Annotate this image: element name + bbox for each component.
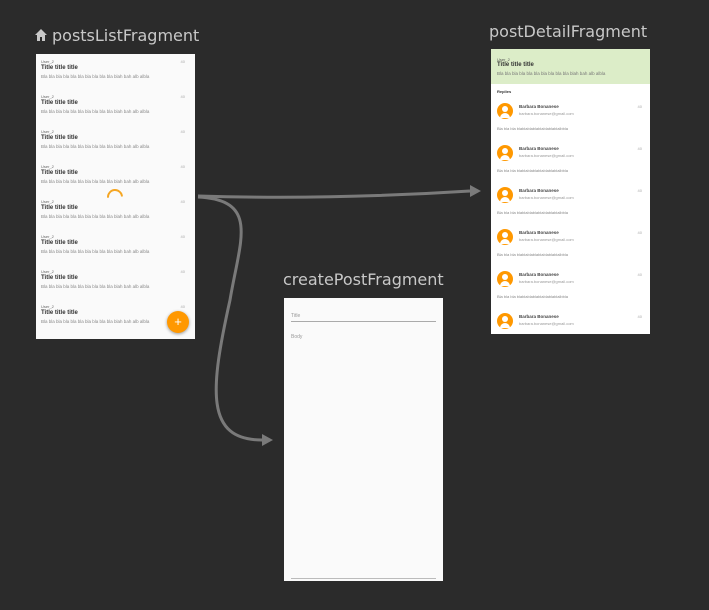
reply-body: Bla bla bla blablablablablablablablalbbl… bbox=[497, 168, 568, 173]
body-underline bbox=[291, 578, 436, 579]
posts-list-screen[interactable]: User_2 Title title title Bla bla bla bla… bbox=[36, 54, 195, 339]
post-title: Title title title bbox=[41, 100, 78, 106]
list-item[interactable]: User_2 Title title title Bla bla bla bla… bbox=[41, 94, 191, 128]
post-body: Bla bla bla bla bla bla bla bla bla bla … bbox=[41, 319, 150, 324]
post-title: Title title title bbox=[41, 65, 78, 71]
post-id: 40 bbox=[180, 234, 185, 239]
post-id: 40 bbox=[180, 94, 185, 99]
reply-id: 40 bbox=[637, 314, 642, 319]
post-title: Title title title bbox=[41, 205, 78, 211]
list-item[interactable]: User_2 Title title title Bla bla bla bla… bbox=[41, 269, 191, 303]
post-detail-screen[interactable]: User_2 Title title title Bla bla bla bla… bbox=[491, 49, 650, 334]
title-input[interactable]: Title bbox=[291, 313, 436, 322]
post-header: User_2 Title title title Bla bla bla bla… bbox=[491, 49, 650, 84]
post-body: Bla bla bla bla bla bla bla bla bla bla … bbox=[41, 109, 150, 114]
post-title: Title title title bbox=[41, 310, 78, 316]
list-item[interactable]: User_2 Title title title Bla bla bla bla… bbox=[41, 234, 191, 268]
list-item[interactable]: User_2 Title title title Bla bla bla bla… bbox=[41, 129, 191, 163]
reply-item[interactable]: Barbara Bonanese barbara.bonanese@gmail.… bbox=[497, 181, 644, 223]
post-user: User_2 bbox=[41, 234, 54, 239]
reply-item[interactable]: Barbara Bonanese barbara.bonanese@gmail.… bbox=[497, 307, 644, 334]
reply-item[interactable]: Barbara Bonanese barbara.bonanese@gmail.… bbox=[497, 265, 644, 307]
reply-item[interactable]: Barbara Bonanese barbara.bonanese@gmail.… bbox=[497, 139, 644, 181]
reply-email: barbara.bonanese@gmail.com bbox=[519, 111, 574, 116]
person-icon bbox=[497, 145, 513, 161]
reply-name: Barbara Bonanese bbox=[519, 188, 559, 193]
post-body: Bla bla bla bla bla bla bla bla bla bla … bbox=[41, 74, 150, 79]
post-user: User_2 bbox=[41, 94, 54, 99]
reply-name: Barbara Bonanese bbox=[519, 230, 559, 235]
reply-body: Bla bla bla blablablablablablablablalbbl… bbox=[497, 126, 568, 131]
reply-id: 40 bbox=[637, 230, 642, 235]
arrowhead-create-post bbox=[262, 434, 273, 446]
post-user: User_2 bbox=[41, 199, 54, 204]
reply-body: Bla bla bla blablablablablablablablalbbl… bbox=[497, 210, 568, 215]
replies-label: Replies bbox=[497, 89, 512, 94]
post-user: User_2 bbox=[41, 129, 54, 134]
add-post-button[interactable]: + bbox=[167, 311, 189, 333]
post-title: Title title title bbox=[497, 62, 534, 68]
reply-id: 40 bbox=[637, 104, 642, 109]
post-user: User_2 bbox=[41, 59, 54, 64]
body-input[interactable]: Body bbox=[291, 334, 302, 340]
action-to-create-post[interactable] bbox=[197, 195, 263, 442]
post-id: 40 bbox=[180, 304, 185, 309]
post-title: Title title title bbox=[41, 170, 78, 176]
post-user: User_2 bbox=[41, 269, 54, 274]
reply-email: barbara.bonanese@gmail.com bbox=[519, 195, 574, 200]
reply-body: Bla bla bla blablablablablablablablalbbl… bbox=[497, 252, 568, 257]
person-icon bbox=[497, 187, 513, 203]
reply-name: Barbara Bonanese bbox=[519, 104, 559, 109]
post-user: User_2 bbox=[41, 164, 54, 169]
reply-id: 40 bbox=[637, 272, 642, 277]
post-id: 40 bbox=[180, 199, 185, 204]
post-body: Bla bla bla bla bla bla bla bla bla bla … bbox=[41, 214, 150, 219]
post-title: Title title title bbox=[41, 240, 78, 246]
post-id: 40 bbox=[180, 269, 185, 274]
reply-name: Barbara Bonanese bbox=[519, 146, 559, 151]
reply-email: barbara.bonanese@gmail.com bbox=[519, 153, 574, 158]
reply-id: 40 bbox=[637, 188, 642, 193]
post-title: Title title title bbox=[41, 275, 78, 281]
reply-name: Barbara Bonanese bbox=[519, 314, 559, 319]
post-body: Bla bla bla bla bla bla bla bla bla bla … bbox=[41, 179, 150, 184]
post-body: Bla bla bla bla bla bla bla bla bla bla … bbox=[41, 144, 150, 149]
post-id: 40 bbox=[180, 129, 185, 134]
list-item[interactable]: User_2 Title title title Bla bla bla bla… bbox=[41, 59, 191, 93]
create-post-screen[interactable]: Title Body bbox=[284, 298, 443, 581]
person-icon bbox=[497, 271, 513, 287]
post-title: Title title title bbox=[41, 135, 78, 141]
person-icon bbox=[497, 103, 513, 119]
post-body: Bla bla bla bla bla bla bla bla bla bla … bbox=[41, 249, 150, 254]
reply-item[interactable]: Barbara Bonanese barbara.bonanese@gmail.… bbox=[497, 97, 644, 139]
reply-name: Barbara Bonanese bbox=[519, 272, 559, 277]
post-id: 40 bbox=[180, 164, 185, 169]
person-icon bbox=[497, 229, 513, 245]
action-to-post-detail[interactable] bbox=[197, 189, 471, 199]
post-body: Bla bla bla bla bla bla bla bla bla bla … bbox=[497, 71, 606, 76]
post-body: Bla bla bla bla bla bla bla bla bla bla … bbox=[41, 284, 150, 289]
reply-id: 40 bbox=[637, 146, 642, 151]
arrowhead-post-detail bbox=[470, 185, 481, 197]
post-user: User_2 bbox=[41, 304, 54, 309]
reply-item[interactable]: Barbara Bonanese barbara.bonanese@gmail.… bbox=[497, 223, 644, 265]
reply-email: barbara.bonanese@gmail.com bbox=[519, 237, 574, 242]
post-id: 40 bbox=[180, 59, 185, 64]
reply-email: barbara.bonanese@gmail.com bbox=[519, 279, 574, 284]
reply-email: barbara.bonanese@gmail.com bbox=[519, 321, 574, 326]
person-icon bbox=[497, 313, 513, 329]
reply-body: Bla bla bla blablablablablablablablalbbl… bbox=[497, 294, 568, 299]
